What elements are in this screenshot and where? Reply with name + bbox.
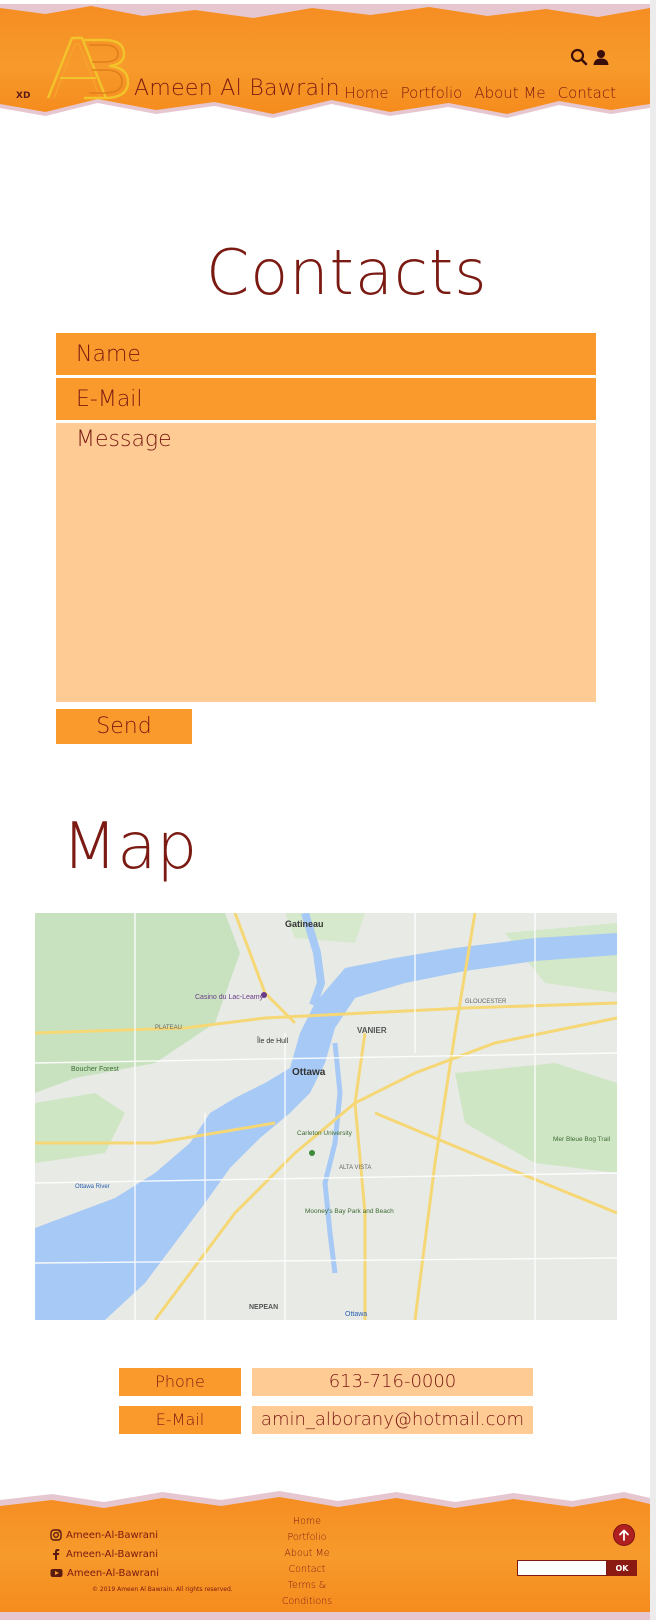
- map-label-gatineau: Gatineau: [285, 919, 324, 929]
- footer-link-home[interactable]: Home: [272, 1514, 342, 1530]
- facebook-icon: [53, 1549, 60, 1560]
- map-label-plateau: PLATEAU: [155, 1025, 182, 1031]
- arrow-up-icon: [619, 1529, 629, 1541]
- map-label-boucher-forest: Boucher Forest: [71, 1066, 119, 1073]
- footer-link-about-me[interactable]: About Me: [272, 1546, 342, 1562]
- instagram-icon: [50, 1529, 62, 1541]
- map-label-ottawa-river: Ottawa River: [75, 1184, 110, 1190]
- map-label-mooneys-bay: Mooney's Bay Park and Beach: [305, 1208, 394, 1215]
- email-label: E-Mail: [119, 1406, 241, 1434]
- footer-link-portfolio[interactable]: Portfolio: [272, 1530, 342, 1546]
- ottawa-map[interactable]: Gatineau Casino du Lac-Leamy PLATEAU Île…: [35, 913, 617, 1320]
- ab-monogram-logo[interactable]: [44, 32, 130, 102]
- nav-portfolio[interactable]: Portfolio: [401, 84, 463, 102]
- map-marker-casino: [261, 992, 267, 998]
- nav-about-me[interactable]: About Me: [474, 84, 545, 102]
- social-facebook[interactable]: Ameen-Al-Bawrani: [50, 1548, 158, 1560]
- footer-link-contact[interactable]: Contact: [272, 1562, 342, 1578]
- social-youtube[interactable]: Ameen-Al-Bawrani: [50, 1567, 159, 1579]
- phone-value[interactable]: 613-716-0000: [252, 1368, 533, 1396]
- nav-contact[interactable]: Contact: [558, 84, 616, 102]
- email-field[interactable]: [56, 378, 596, 420]
- send-button[interactable]: Send: [56, 709, 192, 744]
- map-marker-carleton: [309, 1150, 315, 1156]
- map-graphic: Gatineau Casino du Lac-Leamy PLATEAU Île…: [35, 913, 617, 1320]
- main-nav: Home Portfolio About Me Contact: [344, 84, 616, 102]
- youtube-link[interactable]: Ameen-Al-Bawrani: [67, 1568, 159, 1579]
- phone-label: Phone: [119, 1368, 241, 1396]
- search-icon[interactable]: [570, 48, 588, 66]
- footer-link-terms[interactable]: Terms & Conditions: [272, 1578, 342, 1610]
- name-field[interactable]: [56, 333, 596, 375]
- map-label-vanier: VANIER: [357, 1026, 387, 1035]
- map-label-casino: Casino du Lac-Leamy: [195, 994, 264, 1001]
- user-icon[interactable]: [592, 48, 610, 66]
- map-label-mer-bleue: Mer Bleue Bog Trail: [553, 1136, 611, 1143]
- xd-label: XD: [16, 91, 31, 101]
- footer-links: Home Portfolio About Me Contact Terms & …: [272, 1514, 342, 1610]
- instagram-link[interactable]: Ameen-Al-Bawrani: [66, 1530, 158, 1541]
- map-label-ottawa-south: Ottawa: [345, 1311, 367, 1318]
- site-title[interactable]: Ameen Al Bawrain: [134, 76, 340, 101]
- map-label-ottawa: Ottawa: [292, 1067, 326, 1078]
- map-heading: Map: [62, 810, 198, 884]
- map-label-gloucester: GLOUCESTER: [465, 999, 507, 1005]
- youtube-icon: [50, 1569, 63, 1577]
- email-value[interactable]: amin_alborany@hotmail.com: [252, 1406, 533, 1434]
- contacts-heading: Contacts: [206, 236, 488, 309]
- social-instagram[interactable]: Ameen-Al-Bawrani: [50, 1529, 158, 1541]
- page-edge: [650, 0, 656, 1620]
- map-label-ile-de-hull: Île de Hull: [256, 1036, 289, 1045]
- map-label-alta-vista: ALTA VISTA: [339, 1165, 371, 1171]
- ok-button[interactable]: OK: [607, 1560, 637, 1576]
- back-to-top-button[interactable]: [613, 1524, 635, 1546]
- facebook-link[interactable]: Ameen-Al-Bawrani: [66, 1549, 158, 1560]
- map-label-nepean: NEPEAN: [249, 1304, 278, 1311]
- map-label-carleton: Carleton University: [297, 1130, 353, 1137]
- footer-input[interactable]: [517, 1560, 607, 1576]
- nav-home[interactable]: Home: [344, 84, 388, 102]
- message-field[interactable]: [56, 423, 596, 702]
- copyright-text: © 2019 Ameen Al Bawrain. All rights rese…: [92, 1586, 233, 1593]
